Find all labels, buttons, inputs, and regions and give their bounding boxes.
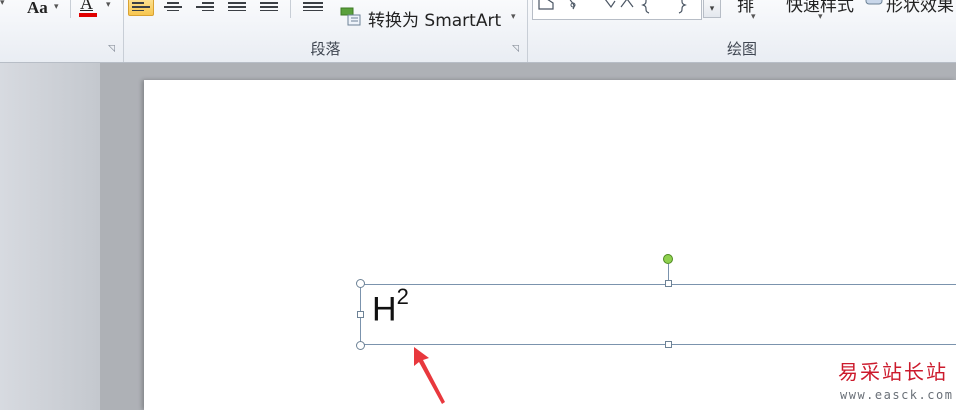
- resize-handle-top-middle[interactable]: [665, 280, 672, 287]
- watermark-url: www.easck.com: [840, 388, 954, 402]
- change-case-button[interactable]: Aa ▾: [24, 0, 64, 17]
- text-box-content[interactable]: H2: [372, 286, 409, 329]
- resize-handle-bottom-left[interactable]: [356, 341, 365, 350]
- align-left-button[interactable]: [128, 0, 154, 16]
- smartart-icon: [340, 6, 362, 26]
- paragraph-group-label: 段落: [310, 40, 341, 58]
- shapes-gallery[interactable]: [532, 0, 702, 20]
- shapes-gallery-icons: [538, 0, 687, 14]
- chevron-down-icon[interactable]: ▾: [0, 0, 5, 8]
- chevron-down-icon: ▾: [709, 4, 715, 14]
- slide-canvas[interactable]: [144, 80, 956, 410]
- font-color-swatch: [79, 13, 97, 17]
- drawing-group-label: 绘图: [726, 40, 757, 58]
- shape-effects-icon: [865, 0, 883, 8]
- columns-button[interactable]: [296, 0, 330, 16]
- ribbon: ▾ Aa ▾ A ▾ ◹ ◹ 段落 转换为 SmartArt ▾ 绘图 ▾ 排 …: [0, 0, 956, 63]
- chevron-down-icon[interactable]: ▾: [751, 12, 756, 22]
- font-group: ▾ Aa ▾ A ▾ ◹: [0, 0, 124, 62]
- divider: [290, 0, 291, 18]
- convert-smartart-label: 转换为 SmartArt: [368, 11, 502, 31]
- text-box[interactable]: [360, 284, 956, 345]
- chevron-down-icon: ▾: [54, 2, 59, 12]
- font-color-label: A: [80, 0, 93, 13]
- superscript-text: 2: [396, 284, 409, 309]
- resize-handle-middle-left[interactable]: [357, 311, 364, 318]
- align-center-button[interactable]: [160, 0, 186, 16]
- resize-handle-bottom-middle[interactable]: [665, 341, 672, 348]
- rotate-handle[interactable]: [663, 254, 673, 264]
- change-case-label: Aa: [27, 0, 48, 17]
- slide-thumbnail-pane[interactable]: [0, 63, 100, 410]
- distributed-button[interactable]: [256, 0, 282, 16]
- watermark-text: 易采站长站: [838, 360, 948, 384]
- chevron-down-icon[interactable]: ▾: [818, 12, 823, 22]
- annotation-arrow-icon: [414, 347, 445, 404]
- font-color-button[interactable]: A ▾: [76, 0, 118, 17]
- resize-handle-top-left[interactable]: [356, 279, 365, 288]
- justify-button[interactable]: [224, 0, 250, 16]
- gallery-more-button[interactable]: ▾: [703, 0, 721, 18]
- align-right-button[interactable]: [192, 0, 218, 16]
- divider: [70, 0, 71, 18]
- chevron-down-icon[interactable]: ▾: [511, 12, 516, 22]
- font-dialog-launcher-icon[interactable]: ◹: [108, 45, 117, 54]
- shape-effects-label[interactable]: 形状效果: [886, 0, 954, 16]
- chevron-down-icon: ▾: [106, 0, 111, 10]
- base-text: H: [372, 290, 397, 329]
